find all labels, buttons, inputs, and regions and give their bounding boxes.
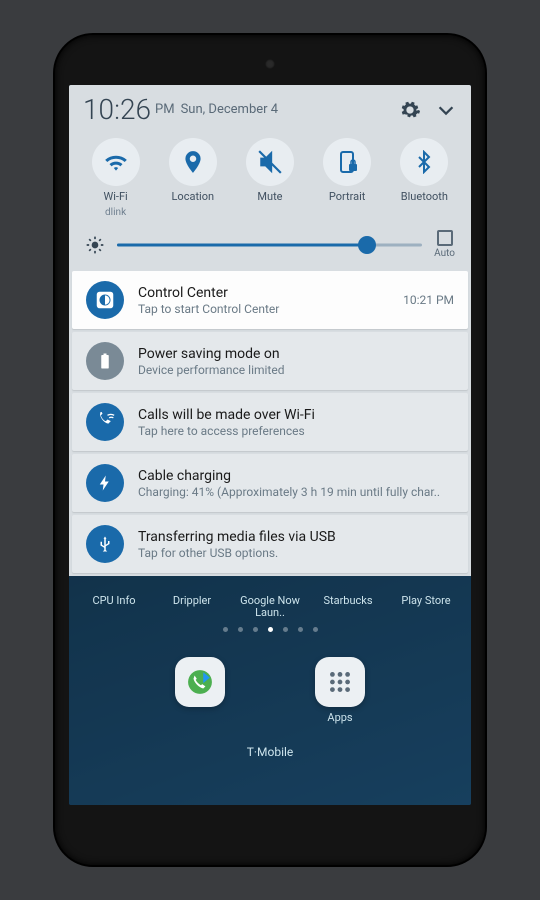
brightness-slider[interactable] — [117, 235, 422, 255]
notification-shade: 10:26 PM Sun, December 4 Wi-Fi dlink — [69, 85, 471, 576]
clock-time: 10:26 — [83, 93, 151, 126]
toggle-mute[interactable]: Mute — [234, 138, 306, 218]
bluetooth-icon — [412, 150, 436, 174]
notification-time: 10:21 PM — [403, 293, 454, 307]
notification-control-center[interactable]: Control Center Tap to start Control Cent… — [72, 271, 468, 329]
gear-icon[interactable] — [399, 99, 421, 121]
portrait-lock-icon — [335, 150, 359, 174]
charge-icon — [86, 464, 124, 502]
notification-charging[interactable]: Cable charging Charging: 41% (Approximat… — [72, 454, 468, 512]
notification-list: Control Center Tap to start Control Cent… — [69, 271, 471, 576]
toggle-bluetooth[interactable]: Bluetooth — [388, 138, 460, 218]
apps-drawer[interactable]: Apps — [315, 657, 365, 724]
location-icon — [180, 149, 206, 175]
carrier-label: T·Mobile — [69, 745, 471, 759]
wifi-call-icon — [86, 403, 124, 441]
mute-icon — [257, 149, 283, 175]
wifi-icon — [103, 149, 129, 175]
dock: Apps — [69, 657, 471, 724]
notification-power-saving[interactable]: Power saving mode on Device performance … — [72, 332, 468, 390]
notification-wifi-calling[interactable]: Calls will be made over Wi-Fi Tap here t… — [72, 393, 468, 451]
notification-usb[interactable]: Transferring media files via USB Tap for… — [72, 515, 468, 573]
page-indicator[interactable] — [69, 627, 471, 632]
chevron-down-icon[interactable] — [435, 99, 457, 121]
phone-app[interactable] — [175, 657, 225, 724]
shade-header: 10:26 PM Sun, December 4 — [69, 85, 471, 132]
auto-brightness-toggle[interactable]: Auto — [434, 230, 455, 259]
toggle-location[interactable]: Location — [157, 138, 229, 218]
checkbox-icon — [437, 230, 453, 246]
clock-ampm: PM — [155, 102, 175, 117]
usb-icon — [86, 525, 124, 563]
quick-settings-row: Wi-Fi dlink Location Mute Portrait — [69, 132, 471, 222]
control-center-icon — [86, 281, 124, 319]
screen: CPU Info Drippler Google Now Laun.. Star… — [69, 85, 471, 805]
brightness-icon — [85, 235, 105, 255]
home-app-labels: CPU Info Drippler Google Now Laun.. Star… — [69, 595, 471, 619]
toggle-rotation[interactable]: Portrait — [311, 138, 383, 218]
clock-date: Sun, December 4 — [181, 102, 279, 117]
toggle-wifi[interactable]: Wi-Fi dlink — [80, 138, 152, 218]
brightness-row: Auto — [69, 222, 471, 271]
battery-icon — [86, 342, 124, 380]
